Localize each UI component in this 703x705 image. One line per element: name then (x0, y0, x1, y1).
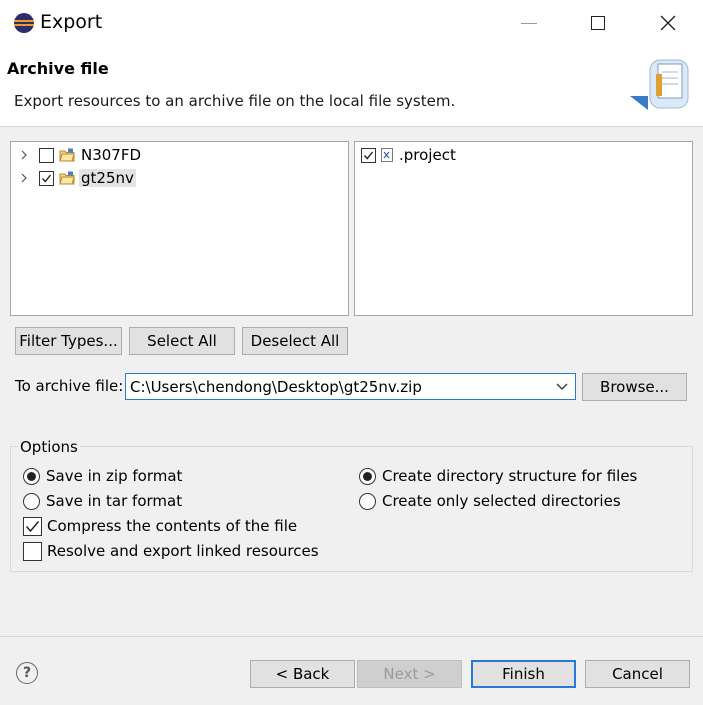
window-title: Export (40, 11, 103, 33)
zip-format-option[interactable]: Save in zip format (23, 465, 182, 487)
options-group-label: Options (18, 438, 80, 456)
chevron-down-icon[interactable] (549, 374, 575, 399)
list-item[interactable]: .project (361, 144, 458, 166)
next-button[interactable]: Next > (357, 660, 462, 688)
page-title: Archive file (7, 59, 109, 78)
close-icon (660, 15, 676, 31)
header-banner: Archive file Export resources to an arch… (0, 46, 703, 127)
create-selected-radio[interactable] (359, 492, 376, 510)
compress-label: Compress the contents of the file (47, 517, 298, 535)
create-structure-label: Create directory structure for files (382, 467, 638, 485)
resolve-linked-label: Resolve and export linked resources (47, 542, 319, 560)
checkmark-icon (363, 151, 374, 160)
project-folder-icon (59, 171, 75, 185)
back-button[interactable]: < Back (250, 660, 355, 688)
archive-file-label: To archive file: (15, 377, 124, 395)
export-wizard-icon (630, 59, 689, 110)
resolve-linked-checkbox[interactable] (23, 541, 42, 561)
zip-format-radio[interactable] (23, 467, 40, 485)
tree-item-checkbox[interactable] (39, 170, 54, 186)
select-all-button[interactable]: Select All (129, 327, 235, 355)
help-icon[interactable]: ? (16, 662, 38, 684)
resolve-linked-option[interactable]: Resolve and export linked resources (23, 540, 319, 562)
resource-tree[interactable]: N307FD gt25nv (10, 141, 349, 316)
create-selected-label: Create only selected directories (382, 492, 621, 510)
xml-file-icon (381, 148, 393, 162)
tar-format-option[interactable]: Save in tar format (23, 490, 182, 512)
list-item-checkbox[interactable] (361, 147, 376, 163)
chevron-right-icon[interactable] (17, 171, 31, 185)
file-list[interactable]: .project (354, 141, 693, 316)
tar-format-label: Save in tar format (46, 492, 183, 510)
footer-divider (0, 636, 703, 637)
tar-format-radio[interactable] (23, 492, 40, 510)
create-selected-option[interactable]: Create only selected directories (359, 490, 621, 512)
tree-item[interactable]: N307FD (17, 144, 143, 166)
maximize-icon (591, 16, 605, 30)
checkmark-icon (41, 174, 52, 183)
tree-item-label: gt25nv (79, 169, 136, 187)
page-description: Export resources to an archive file on t… (14, 92, 456, 110)
zip-format-label: Save in zip format (46, 467, 183, 485)
checkmark-icon (25, 520, 40, 532)
maximize-button[interactable] (575, 6, 621, 40)
tree-item-label: N307FD (81, 146, 142, 164)
archive-file-combo[interactable]: C:\Users\chendong\Desktop\gt25nv.zip (125, 373, 576, 400)
filter-types-button[interactable]: Filter Types... (15, 327, 122, 355)
list-item-label: .project (399, 146, 456, 164)
minimize-button[interactable] (506, 6, 552, 40)
finish-button[interactable]: Finish (471, 660, 576, 688)
close-button[interactable] (645, 6, 691, 40)
create-structure-option[interactable]: Create directory structure for files (359, 465, 637, 487)
compress-option[interactable]: Compress the contents of the file (23, 515, 297, 537)
deselect-all-button[interactable]: Deselect All (242, 327, 348, 355)
browse-button[interactable]: Browse... (582, 373, 687, 401)
tree-item-checkbox[interactable] (39, 147, 54, 163)
create-structure-radio[interactable] (359, 467, 376, 485)
chevron-right-icon[interactable] (17, 148, 31, 162)
tree-item[interactable]: gt25nv (17, 167, 136, 189)
eclipse-icon (14, 13, 34, 33)
project-folder-icon (59, 148, 75, 162)
cancel-button[interactable]: Cancel (585, 660, 690, 688)
compress-checkbox[interactable] (23, 516, 42, 536)
minimize-icon (521, 22, 537, 24)
archive-file-input[interactable]: C:\Users\chendong\Desktop\gt25nv.zip (130, 378, 549, 396)
